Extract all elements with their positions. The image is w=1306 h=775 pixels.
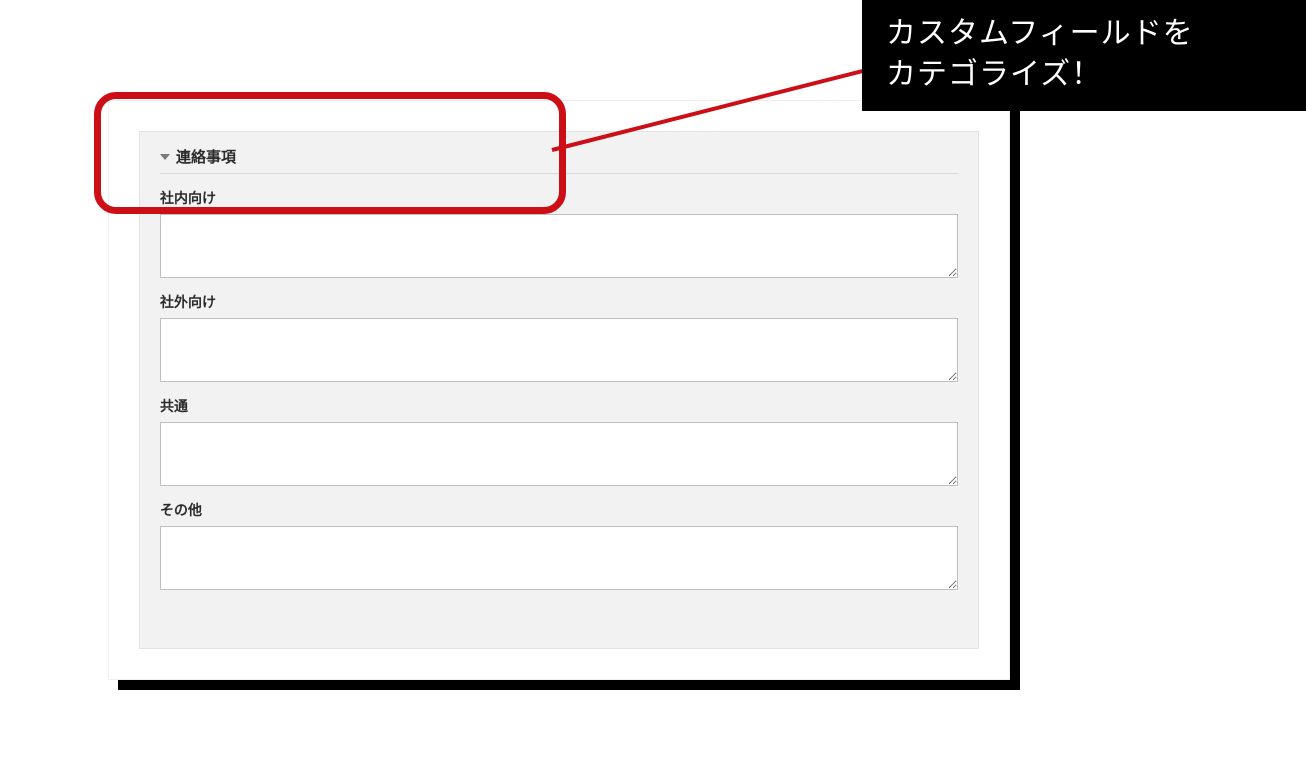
- callout-line2: カテゴライズ！: [886, 58, 1102, 91]
- field-internal-input[interactable]: [160, 214, 958, 278]
- field-label: 社内向け: [160, 188, 958, 208]
- section-header[interactable]: 連絡事項: [160, 142, 958, 174]
- field-external: 社外向け: [160, 292, 958, 382]
- field-other: その他: [160, 500, 958, 590]
- form-card: 連絡事項 社内向け 社外向け 共通 その他: [108, 100, 1010, 680]
- field-common: 共通: [160, 396, 958, 486]
- callout-line1: カスタムフィールドを: [886, 17, 1194, 50]
- section-title: 連絡事項: [176, 146, 236, 167]
- field-internal: 社内向け: [160, 188, 958, 278]
- form-panel-inner: 連絡事項 社内向け 社外向け 共通 その他: [140, 132, 978, 604]
- field-label: 社外向け: [160, 292, 958, 312]
- field-common-input[interactable]: [160, 422, 958, 486]
- field-external-input[interactable]: [160, 318, 958, 382]
- field-label: 共通: [160, 396, 958, 416]
- callout-label: カスタムフィールドを カテゴライズ！: [862, 0, 1306, 111]
- field-label: その他: [160, 500, 958, 520]
- form-panel: 連絡事項 社内向け 社外向け 共通 その他: [139, 131, 979, 649]
- field-other-input[interactable]: [160, 526, 958, 590]
- chevron-down-icon: [160, 154, 170, 160]
